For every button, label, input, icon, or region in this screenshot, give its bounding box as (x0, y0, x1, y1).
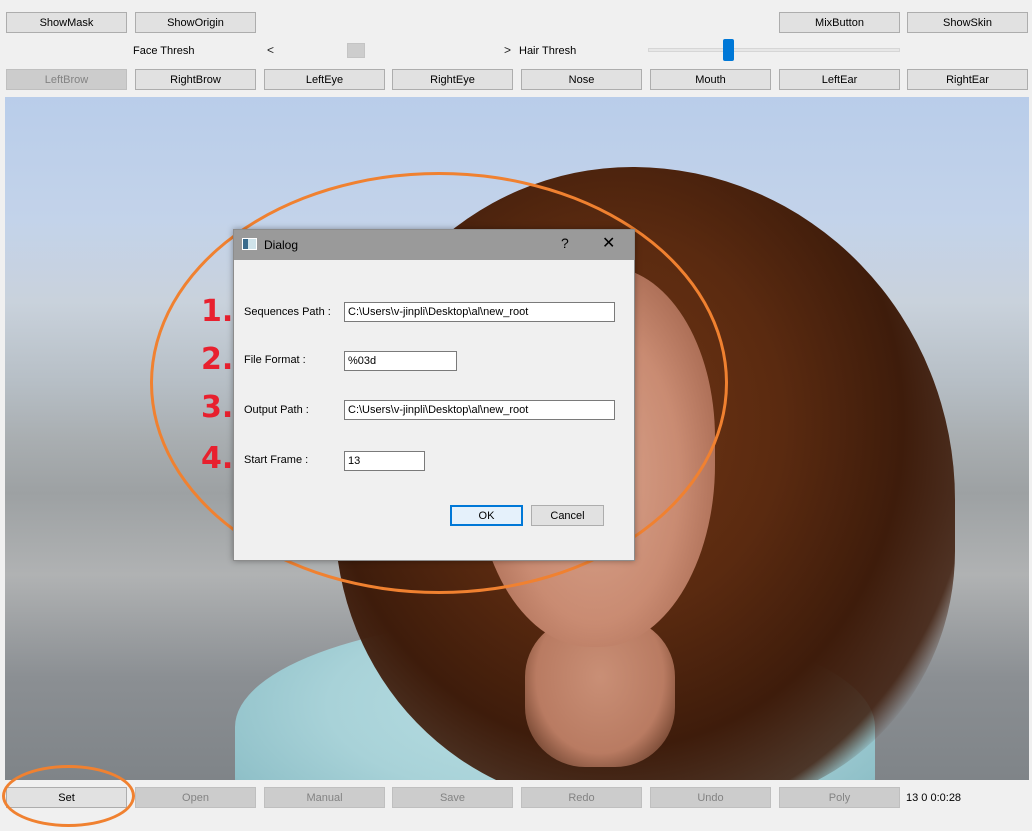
save-button[interactable]: Save (392, 787, 513, 808)
output-path-input[interactable]: C:\Users\v-jinpli\Desktop\al\new_root (344, 400, 615, 420)
file-format-label: File Format : (244, 354, 306, 366)
show-mask-button[interactable]: ShowMask (6, 12, 127, 33)
slider-thumb[interactable] (347, 43, 366, 58)
manual-button[interactable]: Manual (264, 787, 385, 808)
nose-button[interactable]: Nose (521, 69, 642, 90)
dialog-title: Dialog (264, 238, 299, 252)
undo-button[interactable]: Undo (650, 787, 771, 808)
settings-dialog: Dialog ? ✕ Sequences Path : C:\Users\v-j… (233, 229, 635, 561)
right-ear-button[interactable]: RightEar (907, 69, 1028, 90)
open-button[interactable]: Open (135, 787, 256, 808)
file-format-input[interactable]: %03d (344, 351, 457, 371)
right-eye-button[interactable]: RightEye (392, 69, 513, 90)
slider-left-arrow-icon[interactable]: < (267, 43, 274, 57)
face-thresh-slider[interactable]: < > (264, 41, 514, 61)
show-origin-button[interactable]: ShowOrigin (135, 12, 256, 33)
sequences-path-label: Sequences Path : (244, 306, 331, 318)
start-frame-label: Start Frame : (244, 454, 309, 466)
dialog-titlebar[interactable]: Dialog ? ✕ (234, 230, 634, 260)
left-eye-button[interactable]: LeftEye (264, 69, 385, 90)
hair-thresh-label: Hair Thresh (519, 45, 577, 57)
slider-groove (278, 44, 500, 58)
step-number: 4. (201, 441, 234, 476)
hair-thresh-slider[interactable] (648, 39, 900, 61)
mouth-button[interactable]: Mouth (650, 69, 771, 90)
step-number: 3. (201, 390, 234, 425)
redo-button[interactable]: Redo (521, 787, 642, 808)
step-number: 1. (201, 294, 234, 329)
cancel-button[interactable]: Cancel (531, 505, 604, 526)
annotation-ellipse (2, 765, 135, 827)
slider-right-arrow-icon[interactable]: > (504, 43, 511, 57)
help-button[interactable]: ? (561, 235, 569, 251)
left-brow-button[interactable]: LeftBrow (6, 69, 127, 90)
app-window-icon (242, 238, 257, 250)
face-thresh-label: Face Thresh (133, 45, 195, 57)
step-number: 2. (201, 342, 234, 377)
close-icon[interactable]: ✕ (602, 233, 615, 253)
left-ear-button[interactable]: LeftEar (779, 69, 900, 90)
status-readout: 13 0 0:0:28 (906, 792, 962, 804)
show-skin-button[interactable]: ShowSkin (907, 12, 1028, 33)
mix-button[interactable]: MixButton (779, 12, 900, 33)
output-path-label: Output Path : (244, 404, 309, 416)
right-brow-button[interactable]: RightBrow (135, 69, 256, 90)
slider-groove (648, 48, 900, 52)
ok-button[interactable]: OK (450, 505, 523, 526)
poly-button[interactable]: Poly (779, 787, 900, 808)
slider-thumb[interactable] (722, 39, 734, 61)
start-frame-input[interactable]: 13 (344, 451, 425, 471)
sequences-path-input[interactable]: C:\Users\v-jinpli\Desktop\al\new_root (344, 302, 615, 322)
